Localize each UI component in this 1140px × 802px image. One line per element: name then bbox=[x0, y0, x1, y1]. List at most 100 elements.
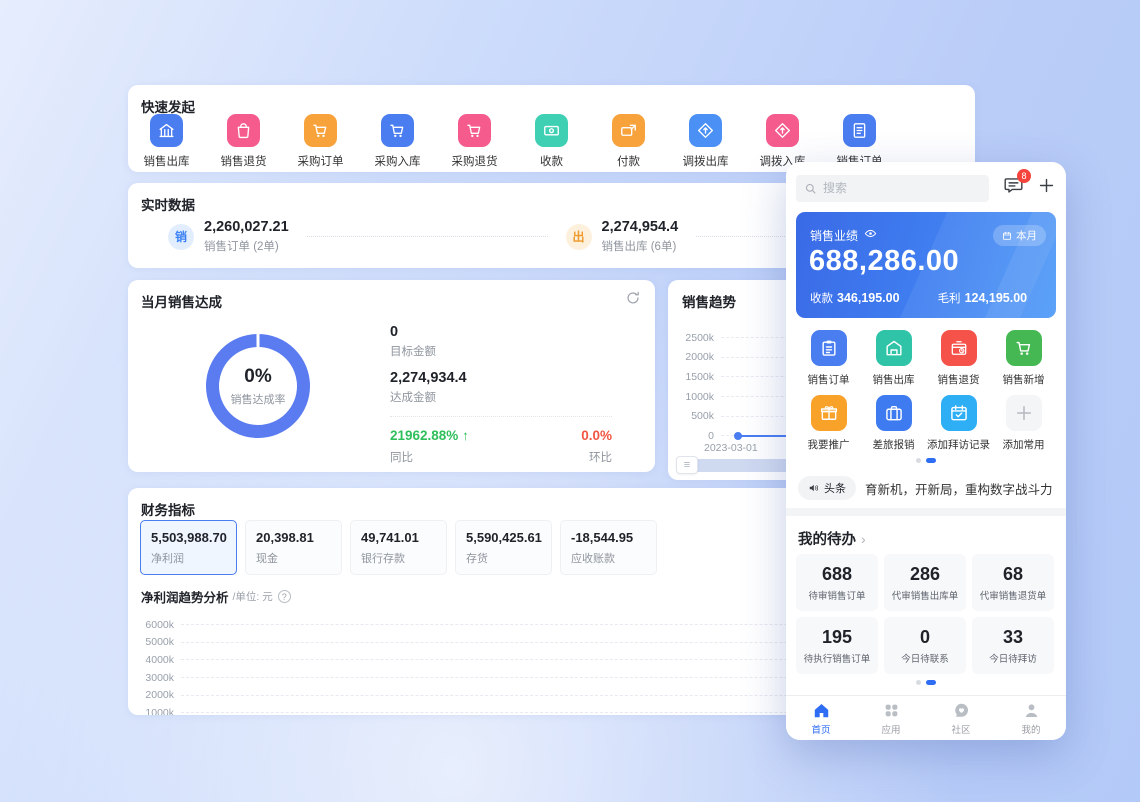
mobile-app-panel: 8 销售业绩 本月 688,286.00 收款346,195.00 毛利124,… bbox=[786, 162, 1066, 740]
cart-icon bbox=[381, 114, 414, 147]
warehouse-icon bbox=[875, 330, 912, 366]
calendar-icon bbox=[1002, 231, 1012, 241]
home-icon bbox=[812, 701, 831, 720]
doc-icon bbox=[843, 114, 876, 147]
metric-bank-deposit[interactable]: 49,741.01 银行存款 bbox=[350, 520, 447, 575]
trend-data-point[interactable] bbox=[734, 432, 742, 440]
message-icon[interactable]: 8 bbox=[1003, 169, 1031, 201]
app-grid: 销售订单 销售出库 销售退货 销售新增 我要推广 差旅报销 添加拜访记录 添加常… bbox=[796, 330, 1056, 460]
gross-profit-stat: 毛利 124,195.00 bbox=[937, 291, 1028, 305]
app-sales-new[interactable]: 销售新增 bbox=[991, 330, 1056, 387]
quick-start-title: 快速发起 bbox=[141, 100, 195, 115]
search-input[interactable] bbox=[823, 181, 981, 195]
quick-item-sales-order[interactable]: 销售订单 bbox=[821, 114, 898, 169]
eye-icon[interactable] bbox=[864, 227, 877, 245]
gift-icon bbox=[810, 395, 847, 431]
plus-icon bbox=[1005, 395, 1042, 431]
sales-performance-card[interactable]: 销售业绩 本月 688,286.00 收款 346,195.00 毛利 124,19… bbox=[796, 212, 1056, 318]
dotted-divider bbox=[306, 236, 548, 237]
mom-block: 0.0% 环比 bbox=[581, 428, 612, 464]
quick-item-transfer-in[interactable]: 调拨入库 bbox=[744, 114, 821, 169]
metric-inventory[interactable]: 5,590,425.61 存货 bbox=[455, 520, 552, 575]
donut-notch bbox=[256, 333, 260, 348]
quick-start-card: 快速发起 销售出库 销售退货 采购订单 采购入库 采购退货 收款 付款 调拨出库 bbox=[128, 85, 975, 172]
todo-visits-today[interactable]: 33 今日待拜访 bbox=[972, 617, 1054, 674]
phone-header: 8 bbox=[796, 169, 1056, 202]
app-travel-expense[interactable]: 差旅报销 bbox=[861, 395, 926, 452]
suitcase-icon bbox=[875, 395, 912, 431]
app-grid-pagination bbox=[786, 458, 1066, 463]
achievement-label: 销售达成率 bbox=[230, 393, 286, 406]
todo-grid: 688 待审销售订单 286 代审销售出库单 68 代审销售退货单 195 待执… bbox=[796, 554, 1056, 674]
period-selector[interactable]: 本月 bbox=[993, 225, 1046, 246]
pay-icon bbox=[612, 114, 645, 147]
bag-icon bbox=[227, 114, 260, 147]
quick-item-transfer-out[interactable]: 调拨出库 bbox=[667, 114, 744, 169]
up-arrow-icon: ↑ bbox=[462, 428, 469, 443]
realtime-title: 实时数据 bbox=[141, 198, 195, 213]
page-dot[interactable] bbox=[916, 458, 921, 463]
tab-apps[interactable]: 应用 bbox=[856, 696, 926, 740]
news-ticker[interactable]: 头条 育新机，开新局，重构数字战斗力 bbox=[798, 476, 1056, 500]
search-icon bbox=[804, 182, 817, 195]
tab-community[interactable]: 社区 bbox=[926, 696, 996, 740]
bank-icon bbox=[150, 114, 183, 147]
page-dot[interactable] bbox=[916, 680, 921, 685]
todo-contacts-today[interactable]: 0 今日待联系 bbox=[884, 617, 966, 674]
sales-order-badge: 销 bbox=[168, 223, 194, 250]
todo-pending-outbound-orders[interactable]: 286 代审销售出库单 bbox=[884, 554, 966, 611]
tab-bar: 首页 应用 社区 我的 bbox=[786, 695, 1066, 740]
receipt-stat: 收款 346,195.00 bbox=[810, 291, 900, 305]
tab-mine[interactable]: 我的 bbox=[996, 696, 1066, 740]
user-icon bbox=[1022, 701, 1041, 720]
quick-item-receive-payment[interactable]: 收款 bbox=[513, 114, 590, 169]
app-add-visit-record[interactable]: 添加拜访记录 bbox=[926, 395, 991, 452]
quick-item-purchase-order[interactable]: 采购订单 bbox=[282, 114, 359, 169]
todo-pending-return-orders[interactable]: 68 代审销售退货单 bbox=[972, 554, 1054, 611]
chat-heart-icon bbox=[952, 701, 971, 720]
app-sales-outbound[interactable]: 销售出库 bbox=[861, 330, 926, 387]
todo-pending-sales-orders[interactable]: 688 待审销售订单 bbox=[796, 554, 878, 611]
app-sales-order[interactable]: 销售订单 bbox=[796, 330, 861, 387]
help-icon[interactable]: ? bbox=[277, 590, 291, 603]
slider-handle-icon[interactable]: ≡ bbox=[676, 456, 698, 474]
speaker-icon bbox=[808, 482, 820, 494]
quick-item-make-payment[interactable]: 付款 bbox=[590, 114, 667, 169]
realtime-stat[interactable]: 2,260,027.21 销售订单 (2单) bbox=[204, 219, 289, 254]
metric-net-profit[interactable]: 5,503,988.70 净利润 bbox=[140, 520, 237, 575]
monthly-sales-card: 当月销售达成 0% 销售达成率 0 目标金额 2,274,934.4 达成金额 … bbox=[128, 280, 655, 472]
achievement-donut-chart: 0% 销售达成率 bbox=[206, 333, 310, 438]
clipboard-icon bbox=[810, 330, 847, 366]
message-badge: 8 bbox=[1017, 169, 1031, 183]
todo-header[interactable]: 我的待办 › bbox=[798, 528, 866, 549]
todo-pagination bbox=[786, 680, 1066, 685]
todo-executing-sales-orders[interactable]: 195 待执行销售订单 bbox=[796, 617, 878, 674]
add-icon[interactable] bbox=[1037, 176, 1056, 200]
refresh-icon[interactable] bbox=[625, 290, 641, 311]
sales-trend-title: 销售趋势 bbox=[682, 295, 736, 310]
headline-tag: 头条 bbox=[798, 476, 856, 500]
app-add-favorite[interactable]: 添加常用 bbox=[991, 395, 1056, 452]
sales-outbound-badge: 出 bbox=[565, 223, 592, 250]
app-sales-return[interactable]: 销售退货 bbox=[926, 330, 991, 387]
yoy-block: 21962.88% ↑ 同比 bbox=[390, 428, 469, 464]
grid-icon bbox=[882, 701, 901, 720]
app-promote[interactable]: 我要推广 bbox=[796, 395, 861, 452]
realtime-stat[interactable]: 2,274,954.4 销售出库 (6单) bbox=[602, 219, 679, 254]
target-amount: 0 bbox=[390, 324, 399, 340]
tab-home[interactable]: 首页 bbox=[786, 696, 856, 740]
search-bar[interactable] bbox=[796, 174, 989, 202]
page-dot-active[interactable] bbox=[926, 458, 936, 463]
quick-item-sales-outbound[interactable]: 销售出库 bbox=[128, 114, 205, 169]
metric-receivables[interactable]: -18,544.95 应收账款 bbox=[560, 520, 657, 575]
cart-icon bbox=[1005, 330, 1042, 366]
quick-item-sales-return[interactable]: 销售退货 bbox=[205, 114, 282, 169]
transfer-icon bbox=[766, 114, 799, 147]
quick-item-purchase-inbound[interactable]: 采购入库 bbox=[359, 114, 436, 169]
finance-title: 财务指标 bbox=[141, 503, 195, 518]
calendar-check-icon bbox=[940, 395, 977, 431]
transfer-icon bbox=[689, 114, 722, 147]
metric-cash[interactable]: 20,398.81 现金 bbox=[245, 520, 342, 575]
page-dot-active[interactable] bbox=[926, 680, 936, 685]
quick-item-purchase-return[interactable]: 采购退货 bbox=[436, 114, 513, 169]
